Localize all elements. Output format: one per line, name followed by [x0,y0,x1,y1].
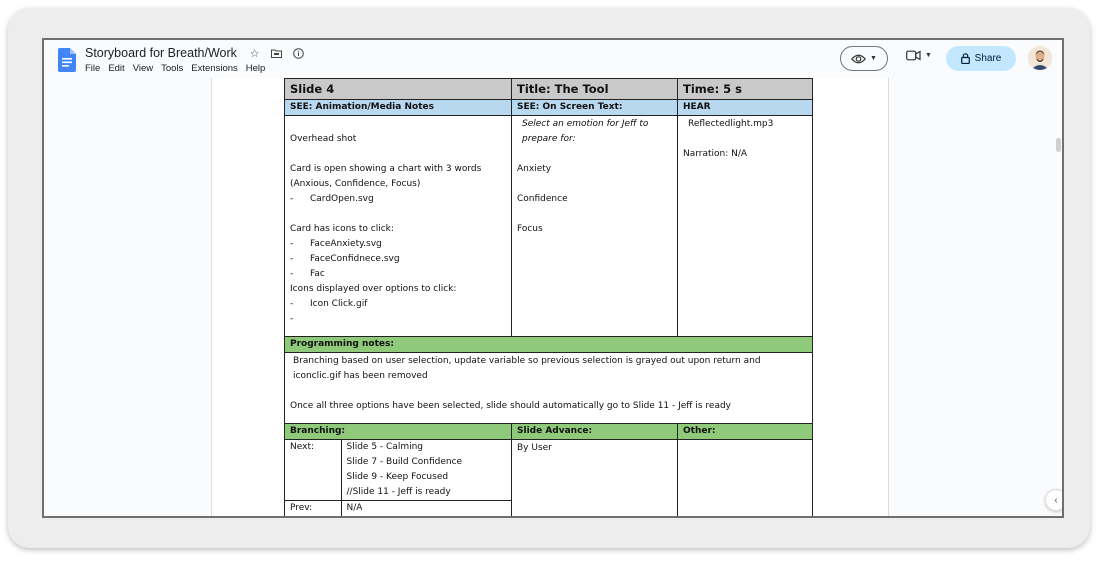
meet-button[interactable]: ▼ [906,50,932,61]
programming-note: Branching based on user selection, updat… [293,356,761,381]
media-note: Card is open showing a chart with 3 word… [290,164,482,189]
star-icon[interactable]: ☆ [248,47,261,60]
view-mode-button[interactable]: ▼ [840,46,888,71]
menu-bar: File Edit View Tools Extensions Help [85,63,265,74]
menu-extensions[interactable]: Extensions [191,63,237,74]
storyboard-table: Slide 4 Title: The Tool Time: 5 s SEE: A… [284,78,813,516]
menu-view[interactable]: View [133,63,153,74]
scrollbar-thumb[interactable] [1056,138,1061,152]
share-button[interactable]: Share [946,46,1016,71]
media-note: Icons displayed over options to click: [290,284,457,294]
on-screen-option: Confidence [517,194,568,204]
branching-cell[interactable]: Next: Slide 5 - Calming Slide 7 - Build … [284,439,512,516]
next-label: Next: [285,440,342,501]
folder-icon[interactable] [270,47,283,60]
hear-header: HEAR [677,99,813,116]
menu-tools[interactable]: Tools [161,63,183,74]
hear-cell[interactable]: Reflectedlight.mp3 Narration: N/A [677,115,813,337]
device-frame: Storyboard for Breath/Work ☆ File Edit V… [8,8,1090,548]
see-media-header: SEE: Animation/Media Notes [284,99,512,116]
next-slide: Slide 9 - Keep Focused [346,472,449,482]
info-icon[interactable] [292,47,305,60]
media-asset: FaceConfidnece.svg [290,252,506,267]
media-note: Overhead shot [290,134,357,144]
programming-note: Once all three options have been selecte… [290,401,732,411]
slide-time: Time: 5 s [677,78,813,100]
next-slide: Slide 7 - Build Confidence [346,457,463,467]
next-slide: //Slide 11 - Jeff is ready [346,487,451,497]
prev-slide: N/A [341,500,511,516]
media-note: Card has icons to click: [290,224,394,234]
prev-label: Prev: [285,500,342,516]
side-panel-toggle[interactable]: ‹ [1045,489,1062,511]
see-text-header: SEE: On Screen Text: [511,99,678,116]
media-asset: Fac [290,267,506,282]
branching-table: Next: Slide 5 - Calming Slide 7 - Build … [285,440,511,516]
next-slide: Slide 5 - Calming [346,442,424,452]
slide-number: Slide 4 [284,78,512,100]
media-asset: FaceAnxiety.svg [290,237,506,252]
branching-header: Branching: [284,423,512,440]
advance-header: Slide Advance: [511,423,678,440]
avatar[interactable] [1028,46,1052,70]
menu-file[interactable]: File [85,63,100,74]
slide-title: Title: The Tool [511,78,678,100]
programming-notes-cell[interactable]: Branching based on user selection, updat… [284,352,813,424]
media-notes-cell[interactable]: Overhead shot Card is open showing a cha… [284,115,512,337]
media-asset: Icon Click.gif [290,297,506,312]
on-screen-prompt: Select an emotion for Jeff to prepare fo… [522,119,649,144]
eye-icon [851,54,867,63]
menu-edit[interactable]: Edit [108,63,124,74]
programming-header: Programming notes: [284,336,813,353]
docs-icon[interactable] [58,48,76,72]
on-screen-text-cell[interactable]: Select an emotion for Jeff to prepare fo… [511,115,678,337]
chevron-down-icon: ▼ [870,55,877,62]
on-screen-option: Anxiety [517,164,552,174]
chevron-down-icon: ▼ [925,52,932,59]
narration: Narration: N/A [683,149,748,159]
media-asset: CardOpen.svg [290,192,506,207]
on-screen-option: Focus [517,224,543,234]
other-header: Other: [677,423,813,440]
meet-icon [906,50,921,61]
docs-window: Storyboard for Breath/Work ☆ File Edit V… [42,38,1064,518]
chevron-left-icon: ‹ [1054,494,1058,506]
audio-file: Reflectedlight.mp3 [688,119,774,129]
slide-advance-cell[interactable]: By User [511,439,678,516]
share-label: Share [974,53,1002,64]
lock-icon [960,53,970,64]
doc-title[interactable]: Storyboard for Breath/Work [85,46,237,60]
docs-header: Storyboard for Breath/Work ☆ File Edit V… [44,40,1062,78]
menu-help[interactable]: Help [246,63,266,74]
media-asset [290,312,506,327]
other-cell[interactable] [677,439,813,516]
